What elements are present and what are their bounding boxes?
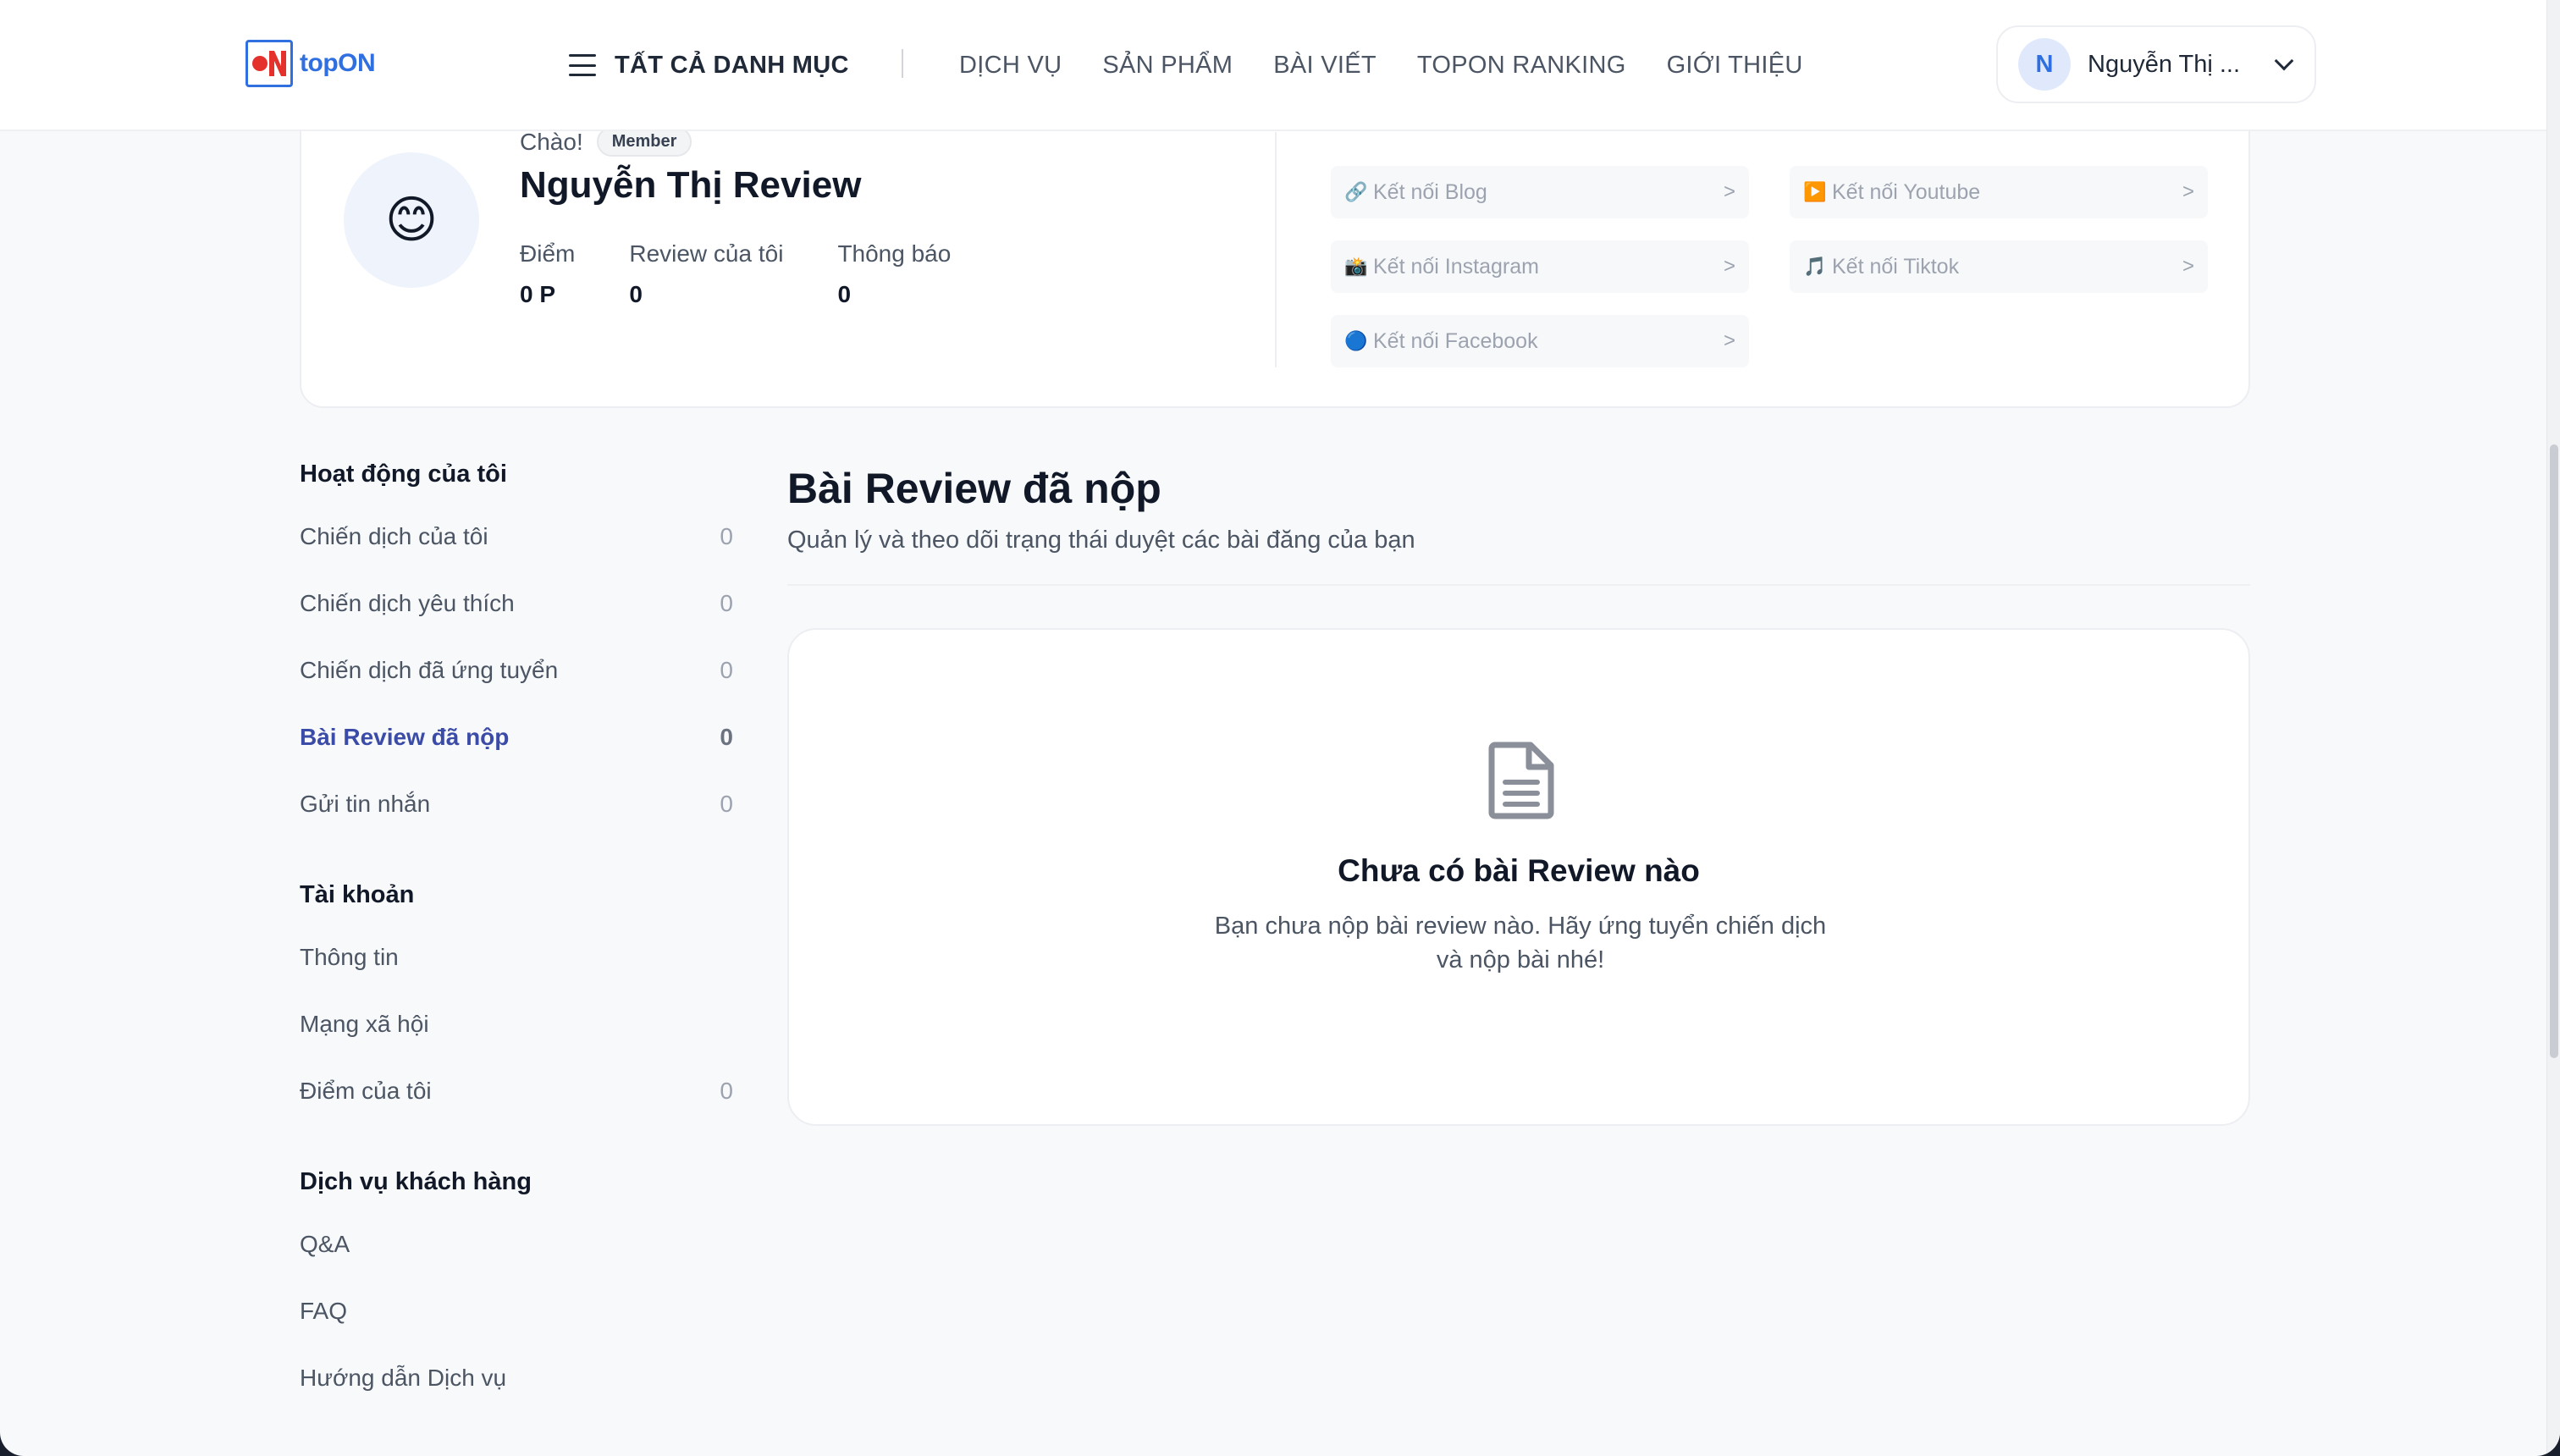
- sidebar-item-label: FAQ: [300, 1297, 348, 1324]
- stat-points: Điểm 0 P: [520, 240, 575, 308]
- logo-mark-icon: [246, 40, 293, 87]
- sidebar-item-label: Chiến dịch đã ứng tuyển: [300, 656, 559, 683]
- stat-label: Thông báo: [837, 240, 952, 267]
- empty-state-card: Chưa có bài Review nào Bạn chưa nộp bài …: [787, 628, 2250, 1126]
- stat-value: 0: [837, 281, 852, 307]
- all-categories-label: TẤT CẢ DANH MỤC: [615, 51, 849, 79]
- hamburger-icon: [569, 54, 596, 76]
- connect-instagram-button[interactable]: 📸 Kết nối Instagram >: [1331, 240, 1749, 293]
- stat-label: Review của tôi: [629, 240, 784, 267]
- sidebar-item-count: 0: [720, 723, 733, 750]
- link-icon: 🔗: [1344, 181, 1368, 202]
- sidebar-group-title: Dịch vụ khách hàng: [300, 1168, 532, 1195]
- sidebar-item-favorite-campaigns[interactable]: Chiến dịch yêu thích 0: [300, 570, 733, 637]
- nav-products[interactable]: SẢN PHẨM: [1102, 52, 1233, 80]
- chevron-down-icon: [2274, 51, 2294, 71]
- top-header: topON TẤT CẢ DANH MỤC DỊCH VỤ SẢN PHẨM B…: [0, 0, 2546, 131]
- stat-label: Điểm: [520, 240, 576, 267]
- page-scrollbar[interactable]: [2546, 0, 2560, 1456]
- sidebar-item-faq[interactable]: FAQ: [300, 1277, 733, 1344]
- sidebar-item-service-guide[interactable]: Hướng dẫn Dịch vụ: [300, 1344, 733, 1411]
- music-note-icon: 🎵: [1803, 256, 1827, 277]
- sidebar-item-social-networks[interactable]: Mạng xã hội: [300, 990, 733, 1057]
- user-menu-button[interactable]: N Nguyễn Thị ...: [1996, 25, 2316, 103]
- nav-topon-ranking[interactable]: TOPON RANKING: [1417, 52, 1626, 80]
- main-nav: DỊCH VỤ SẢN PHẨM BÀI VIẾT TOPON RANKING …: [959, 44, 1844, 86]
- sidebar-item-info[interactable]: Thông tin: [300, 924, 733, 990]
- nav-articles[interactable]: BÀI VIẾT: [1273, 52, 1377, 80]
- sidebar-group-title: Hoạt động của tôi: [300, 461, 507, 488]
- sidebar-item-count: 0: [720, 522, 733, 549]
- stat-my-reviews[interactable]: Review của tôi 0: [629, 240, 783, 308]
- arrow-right-icon: >: [2182, 255, 2194, 278]
- sidebar-item-label: Q&A: [300, 1230, 350, 1257]
- sidebar-item-label: Điểm của tôi: [300, 1077, 432, 1104]
- connect-tiktok-button[interactable]: 🎵 Kết nối Tiktok >: [1790, 240, 2208, 293]
- card-divider: [1275, 132, 1277, 367]
- play-icon: ▶️: [1803, 181, 1827, 202]
- connect-label: Kết nối Tiktok: [1832, 254, 1960, 279]
- section-divider: [787, 584, 2250, 586]
- sidebar-item-label: Chiến dịch của tôi: [300, 522, 488, 549]
- profile-name: Nguyễn Thị Review: [520, 164, 862, 206]
- connect-label: Kết nối Blog: [1373, 179, 1487, 204]
- arrow-right-icon: >: [1723, 255, 1735, 278]
- empty-state-text: Bạn chưa nộp bài review nào. Hãy ứng tuy…: [1214, 913, 1827, 973]
- sidebar-group-title: Tài khoản: [300, 881, 415, 908]
- connect-label: Kết nối Youtube: [1832, 179, 1981, 204]
- sidebar-item-count: 0: [720, 589, 733, 616]
- stat-value: 0 P: [520, 281, 556, 307]
- sidebar-item-label: Mạng xã hội: [300, 1010, 429, 1037]
- empty-state-title: Chưa có bài Review nào: [1338, 853, 1700, 888]
- connect-label: Kết nối Facebook: [1373, 328, 1538, 353]
- sidebar-item-qa[interactable]: Q&A: [300, 1211, 733, 1277]
- blue-circle-icon: 🔵: [1344, 330, 1368, 351]
- page-subtitle: Quản lý và theo dõi trạng thái duyệt các…: [787, 527, 1415, 554]
- profile-card: 😊 Chào! Member Nguyễn Thị Review Điểm 0 …: [300, 93, 2250, 408]
- member-badge: Member: [596, 127, 692, 157]
- connect-label: Kết nối Instagram: [1373, 254, 1539, 279]
- sidebar-item-count: 0: [720, 656, 733, 683]
- sidebar: Hoạt động của tôi Chiến dịch của tôi 0 C…: [300, 457, 733, 1411]
- connect-blog-button[interactable]: 🔗 Kết nối Blog >: [1331, 166, 1749, 218]
- sidebar-item-label: Thông tin: [300, 943, 399, 970]
- sidebar-item-applied-campaigns[interactable]: Chiến dịch đã ứng tuyển 0: [300, 637, 733, 703]
- topon-logo[interactable]: topON: [246, 38, 381, 89]
- sidebar-item-my-points[interactable]: Điểm của tôi 0: [300, 1057, 733, 1124]
- page: topON TẤT CẢ DANH MỤC DỊCH VỤ SẢN PHẨM B…: [0, 0, 2560, 1456]
- sidebar-item-send-message[interactable]: Gửi tin nhắn 0: [300, 770, 733, 837]
- profile-stats: Điểm 0 P Review của tôi 0 Thông báo 0: [520, 240, 1005, 308]
- user-avatar: N: [2018, 38, 2071, 91]
- profile-avatar: 😊: [344, 152, 479, 288]
- sidebar-item-count: 0: [720, 790, 733, 817]
- all-categories-button[interactable]: TẤT CẢ DANH MỤC: [569, 44, 849, 86]
- stat-notifications[interactable]: Thông báo 0: [837, 240, 951, 308]
- arrow-right-icon: >: [1723, 329, 1735, 352]
- sidebar-item-label: Bài Review đã nộp: [300, 723, 510, 750]
- camera-icon: 📸: [1344, 256, 1368, 277]
- sidebar-item-label: Hướng dẫn Dịch vụ: [300, 1364, 507, 1391]
- sidebar-item-label: Gửi tin nhắn: [300, 790, 431, 817]
- sidebar-item-my-campaigns[interactable]: Chiến dịch của tôi 0: [300, 503, 733, 570]
- stat-value: 0: [629, 281, 643, 307]
- greeting: Chào! Member: [520, 127, 692, 157]
- page-title: Bài Review đã nộp: [787, 465, 1161, 512]
- connect-facebook-button[interactable]: 🔵 Kết nối Facebook >: [1331, 315, 1749, 367]
- document-icon: [1488, 742, 1554, 819]
- sidebar-item-label: Chiến dịch yêu thích: [300, 589, 515, 616]
- nav-about[interactable]: GIỚI THIỆU: [1667, 52, 1803, 80]
- arrow-right-icon: >: [1723, 180, 1735, 203]
- greeting-text: Chào!: [520, 128, 583, 155]
- nav-divider: [902, 49, 903, 78]
- user-name: Nguyễn Thị ...: [2088, 50, 2241, 78]
- connect-youtube-button[interactable]: ▶️ Kết nối Youtube >: [1790, 166, 2208, 218]
- nav-services[interactable]: DỊCH VỤ: [959, 52, 1062, 80]
- sidebar-item-submitted-reviews[interactable]: Bài Review đã nộp 0: [300, 703, 733, 770]
- sidebar-item-count: 0: [720, 1077, 733, 1104]
- scrollbar-thumb[interactable]: [2550, 444, 2558, 1058]
- arrow-right-icon: >: [2182, 180, 2194, 203]
- logo-text: topON: [300, 49, 376, 77]
